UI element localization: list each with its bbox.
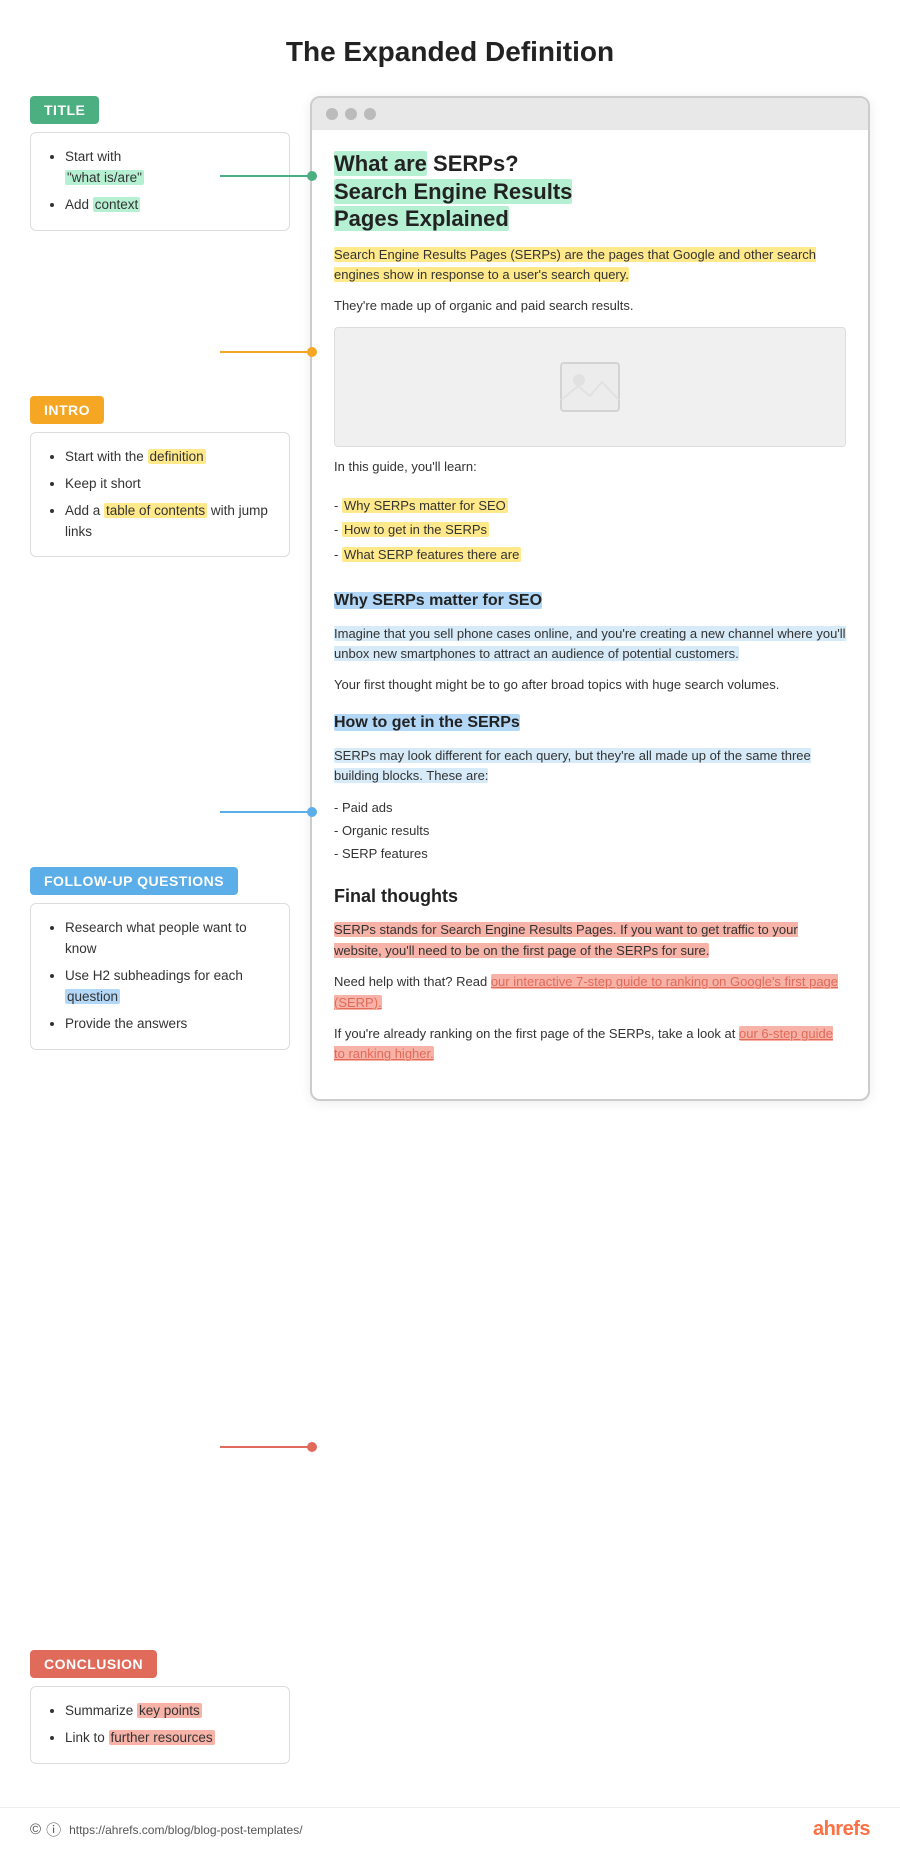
sidebar-block-title: TITLE Start with"what is/are" Add contex… [30,96,290,231]
highlight-what-is: "what is/are" [65,170,144,185]
followup-label: FOLLOW-UP QUESTIONS [30,867,238,895]
h2-section-2: How to get in the SERPs [334,710,846,736]
conclusion-para-2-pre: Need help with that? Read [334,974,491,989]
list-item: Summarize key points [65,1701,273,1722]
footer: © ⓘ https://ahrefs.com/blog/blog-post-te… [0,1807,900,1851]
h2-1-para-2: Your first thought might be to go after … [334,675,846,696]
list-item: Link to further resources [65,1728,273,1749]
title-serps: SERPs? [427,151,519,176]
list-item-serp: - SERP features [334,843,846,866]
list-item-paid: - Paid ads [334,797,846,820]
conclusion-label: CONCLUSION [30,1650,157,1678]
browser-window: What are SERPs? Search Engine Results Pa… [310,96,870,1101]
footer-url[interactable]: https://ahrefs.com/blog/blog-post-templa… [69,1823,302,1837]
page-title: The Expanded Definition [0,0,900,96]
title-highlight-what-are: What are [334,151,427,176]
h2-2-list: - Paid ads - Organic results - SERP feat… [334,797,846,865]
list-item: Provide the answers [65,1014,273,1035]
list-item: Start with"what is/are" [65,147,273,189]
footer-left: © ⓘ https://ahrefs.com/blog/blog-post-te… [30,1819,303,1840]
list-item: Research what people want to know [65,918,273,960]
toc-list: - Why SERPs matter for SEO - How to get … [334,488,846,574]
conclusion-card: Summarize key points Link to further res… [30,1686,290,1764]
browser-content: What are SERPs? Search Engine Results Pa… [312,130,868,1099]
h2-section-1: Why SERPs matter for SEO [334,588,846,614]
followup-card: Research what people want to know Use H2… [30,903,290,1050]
h2-1-para-1: Imagine that you sell phone cases online… [334,624,846,666]
title-highlight-line2: Search Engine Results [334,179,572,204]
image-placeholder [334,327,846,447]
toc-highlight-3: What SERP features there are [342,547,521,562]
list-item: Add a table of contents with jump links [65,501,273,543]
ahrefs-logo: ahrefs [813,1818,870,1841]
browser-toolbar [312,98,868,130]
list-item: Start with the definition [65,447,273,468]
h2-2-para-highlight: SERPs may look different for each query,… [334,748,811,784]
intro-highlight-text: Search Engine Results Pages (SERPs) are … [334,247,816,283]
conclusion-para-1: SERPs stands for Search Engine Results P… [334,920,846,962]
h2-1-highlight: Why SERPs matter for SEO [334,592,542,609]
h2-2-para: SERPs may look different for each query,… [334,746,846,788]
highlight-definition: definition [148,449,206,464]
sidebar-block-intro: INTRO Start with the definition Keep it … [30,396,290,558]
list-item-organic: - Organic results [334,820,846,843]
list-item: Add context [65,195,273,216]
h2-1-para-1-highlight: Imagine that you sell phone cases online… [334,626,846,662]
footer-icons: © ⓘ [30,1819,61,1840]
browser-dot-3 [364,108,376,120]
conclusion-para-2: Need help with that? Read our interactiv… [334,972,846,1014]
intro-highlighted-para: Search Engine Results Pages (SERPs) are … [334,245,846,287]
highlight-key-points: key points [137,1703,202,1718]
highlight-context: context [93,197,141,212]
intro-label: INTRO [30,396,104,424]
browser-dot-2 [345,108,357,120]
guide-intro: In this guide, you'll learn: [334,457,846,478]
list-item: Keep it short [65,474,273,495]
title-card: Start with"what is/are" Add context [30,132,290,231]
h2-2-highlight: How to get in the SERPs [334,714,520,731]
toc-item-3: - What SERP features there are [334,543,846,568]
intro-card: Start with the definition Keep it short … [30,432,290,558]
browser-wrap: What are SERPs? Search Engine Results Pa… [310,96,870,1101]
cc-icon: © [30,1821,41,1838]
title-highlight-line3: Pages Explained [334,206,509,231]
title-label: TITLE [30,96,99,124]
toc-highlight-2: How to get in the SERPs [342,522,489,537]
toc-highlight-1: Why SERPs matter for SEO [342,498,508,513]
sidebar-block-conclusion: CONCLUSION Summarize key points Link to … [30,1650,290,1764]
highlight-further: further resources [109,1730,215,1745]
sidebar-block-followup: FOLLOW-UP QUESTIONS Research what people… [30,867,290,1050]
highlight-toc: table of contents [104,503,207,518]
conclusion-para-3-pre: If you're already ranking on the first p… [334,1026,739,1041]
sidebar: TITLE Start with"what is/are" Add contex… [30,96,290,1774]
article-title: What are SERPs? Search Engine Results Pa… [334,150,846,233]
conclusion-para-3: If you're already ranking on the first p… [334,1024,846,1066]
conclusion-highlight-1: SERPs stands for Search Engine Results P… [334,922,798,958]
intro-para: They're made up of organic and paid sear… [334,296,846,317]
list-item: Use H2 subheadings for each question [65,966,273,1008]
final-thoughts-title: Final thoughts [334,882,846,911]
toc-item-1: - Why SERPs matter for SEO [334,494,846,519]
highlight-question: question [65,989,120,1004]
toc-item-2: - How to get in the SERPs [334,518,846,543]
browser-dot-1 [326,108,338,120]
info-icon: ⓘ [46,1819,61,1840]
